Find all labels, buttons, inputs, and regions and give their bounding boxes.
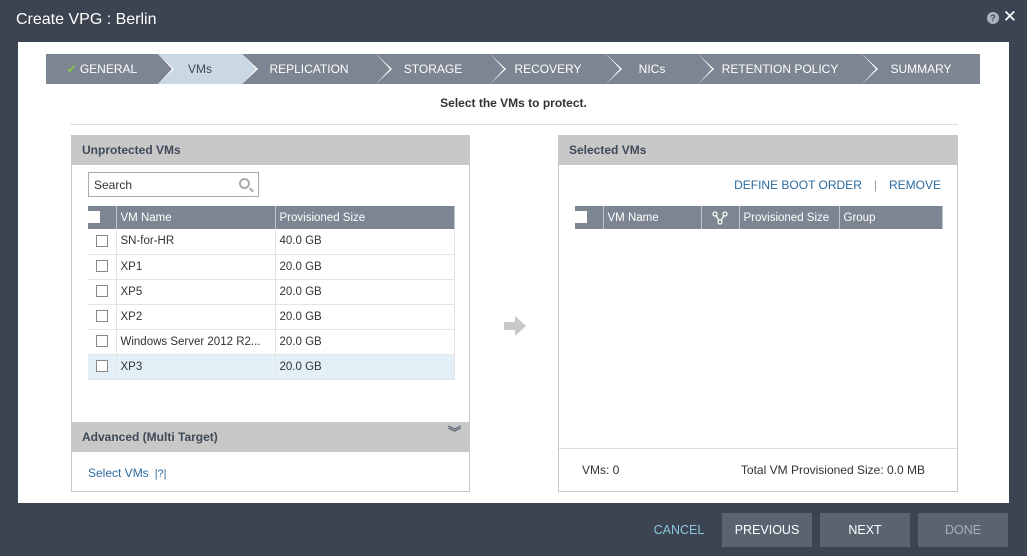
total-provisioned-size: Total VM Provisioned Size: 0.0 MB [740, 463, 925, 477]
column-header-provisioned-size[interactable]: Provisioned Size [739, 206, 840, 229]
row-checkbox[interactable] [95, 235, 108, 248]
table-row[interactable]: XP2 20.0 GB [88, 304, 455, 330]
select-all-cell [575, 206, 604, 229]
wizard-step-label: STORAGE [403, 62, 463, 76]
unprotected-vms-panel: Unprotected VMs VM Name Provisioned Size… [71, 135, 470, 492]
selected-vms-header: Selected VMs [559, 136, 957, 165]
dialog-titlebar: Create VPG : Berlin ? ✕ [0, 0, 1027, 42]
table-row[interactable]: Windows Server 2012 R2... 20.0 GB [88, 329, 455, 355]
close-icon[interactable]: ✕ [1003, 8, 1017, 26]
wizard-step-label: NICs [638, 62, 666, 76]
advanced-multi-target-label: Advanced (Multi Target) [82, 430, 218, 444]
vm-name-cell: XP3 [116, 354, 276, 380]
table-row[interactable]: XP5 20.0 GB [88, 279, 455, 305]
remove-link[interactable]: REMOVE [889, 178, 941, 192]
separator: | [873, 178, 877, 192]
network-icon [712, 210, 728, 225]
selected-vms-table: VM Name Provisioned Size Group [575, 206, 943, 229]
table-row[interactable]: SN-for-HR 40.0 GB [88, 229, 455, 255]
wizard-step-label: RETENTION POLICY [721, 62, 839, 76]
divider [70, 124, 958, 125]
vm-name-cell: XP1 [116, 254, 276, 280]
column-header-vm-name[interactable]: VM Name [603, 206, 702, 229]
vm-name-cell: XP2 [116, 304, 276, 330]
vm-size-cell: 20.0 GB [275, 279, 455, 305]
select-vms-link[interactable]: Select VMs [88, 466, 149, 480]
vm-size-cell: 20.0 GB [275, 304, 455, 330]
search-icon[interactable] [239, 178, 250, 189]
wizard-step-label: REPLICATION [269, 62, 349, 76]
column-header-group[interactable]: Group [839, 206, 943, 229]
table-row-selected[interactable]: XP3 20.0 GB [88, 354, 455, 380]
row-checkbox[interactable] [95, 310, 108, 323]
wizard-steps: ✔ GENERAL VMs REPLICATION STORAGE RECOVER… [46, 54, 980, 84]
next-button[interactable]: NEXT [820, 513, 910, 547]
select-all-checkbox[interactable] [575, 211, 587, 224]
wizard-step-general[interactable]: ✔ GENERAL [46, 54, 174, 84]
selected-vms-panel: Selected VMs DEFINE BOOT ORDER | REMOVE VM… [558, 135, 958, 492]
checkmark-icon: ✔ [66, 62, 77, 76]
wizard-step-replication[interactable]: REPLICATION [242, 54, 392, 84]
dialog-content: ✔ GENERAL VMs REPLICATION STORAGE RECOVER… [18, 42, 1009, 503]
double-chevron-down-icon[interactable]: ︾ [448, 426, 461, 439]
table-header-row: VM Name Provisioned Size Group [575, 206, 943, 229]
vm-size-cell: 20.0 GB [275, 254, 455, 280]
cancel-button[interactable]: CANCEL [640, 513, 718, 547]
previous-button[interactable]: PREVIOUS [722, 513, 812, 547]
question-circle-icon[interactable]: ? [987, 12, 999, 24]
search-box[interactable] [88, 172, 259, 197]
wizard-step-recovery[interactable]: RECOVERY [490, 54, 622, 84]
vm-size-cell: 40.0 GB [275, 229, 455, 255]
dialog-title: Create VPG : Berlin [16, 11, 157, 28]
table-header-row: VM Name Provisioned Size [88, 206, 455, 229]
row-checkbox[interactable] [95, 285, 108, 298]
column-header-vm-name[interactable]: VM Name [116, 206, 276, 229]
help-link[interactable]: |?| [155, 468, 167, 480]
wizard-step-label: RECOVERY [514, 62, 582, 76]
dialog-footer: CANCEL PREVIOUS NEXT DONE [0, 503, 1027, 556]
wizard-step-storage[interactable]: STORAGE [376, 54, 506, 84]
select-all-checkbox[interactable] [88, 211, 100, 224]
select-vms-area: Select VMs |?| [88, 466, 167, 480]
vm-size-cell: 20.0 GB [275, 329, 455, 355]
select-all-cell [88, 206, 117, 229]
selected-vms-footer: VMs: 0 Total VM Provisioned Size: 0.0 MB [559, 448, 957, 491]
row-checkbox[interactable] [95, 360, 108, 373]
column-header-provisioned-size[interactable]: Provisioned Size [275, 206, 455, 229]
unprotected-vms-table: VM Name Provisioned Size SN-for-HR 40.0 … [88, 206, 455, 380]
wizard-step-label: VMs [188, 62, 212, 76]
vm-size-cell: 20.0 GB [275, 354, 455, 380]
row-checkbox[interactable] [95, 335, 108, 348]
define-boot-order-link[interactable]: DEFINE BOOT ORDER [734, 178, 862, 192]
search-input[interactable] [94, 178, 234, 192]
wizard-step-summary[interactable]: SUMMARY [862, 54, 980, 84]
table-row[interactable]: XP1 20.0 GB [88, 254, 455, 280]
arrow-right-icon[interactable] [504, 316, 526, 336]
done-button[interactable]: DONE [918, 513, 1008, 547]
selected-vms-actions: DEFINE BOOT ORDER | REMOVE [734, 178, 941, 192]
unprotected-vms-header: Unprotected VMs [72, 136, 469, 165]
wizard-step-label: SUMMARY [890, 62, 952, 76]
page-subtitle: Select the VMs to protect. [440, 96, 587, 110]
wizard-step-label: GENERAL [79, 62, 138, 76]
vm-name-cell: SN-for-HR [116, 229, 276, 255]
vm-name-cell: XP5 [116, 279, 276, 305]
vm-name-cell: Windows Server 2012 R2... [116, 329, 276, 355]
row-checkbox[interactable] [95, 260, 108, 273]
vms-count: VMs: 0 [582, 463, 620, 477]
advanced-multi-target-header[interactable]: Advanced (Multi Target) ︾ [72, 422, 469, 452]
column-header-network[interactable] [701, 206, 740, 229]
wizard-step-retention-policy[interactable]: RETENTION POLICY [698, 54, 878, 84]
